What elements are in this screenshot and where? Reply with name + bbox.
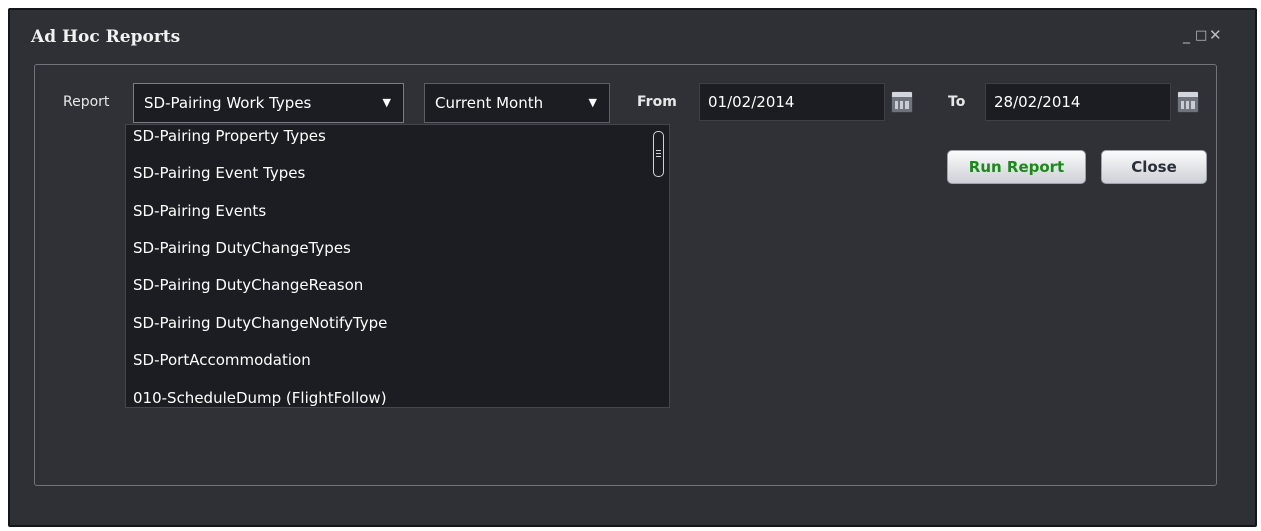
run-report-button[interactable]: Run Report — [947, 150, 1086, 184]
calendar-icon[interactable] — [891, 91, 913, 113]
period-select-value: Current Month — [435, 94, 544, 112]
period-select[interactable]: Current Month ▼ — [424, 83, 610, 123]
report-label: Report — [63, 94, 110, 110]
to-label: To — [948, 94, 966, 110]
list-item[interactable]: SD-Pairing Events — [133, 202, 266, 220]
window-title: Ad Hoc Reports — [31, 27, 181, 47]
chevron-down-icon: ▼ — [588, 96, 597, 109]
scroll-grip-icon — [656, 150, 661, 157]
to-date-input[interactable]: 28/02/2014 — [985, 83, 1171, 121]
list-item[interactable]: SD-PortAccommodation — [133, 351, 311, 369]
list-item[interactable]: SD-Pairing Property Types — [133, 127, 326, 145]
chevron-down-icon: ▼ — [382, 96, 391, 109]
report-dropdown-list: SD-Pairing Property Types SD-Pairing Eve… — [125, 124, 670, 408]
close-icon[interactable]: ✕ — [1209, 27, 1222, 43]
list-item[interactable]: SD-Pairing Event Types — [133, 164, 305, 182]
from-label: From — [637, 94, 677, 110]
list-item[interactable]: SD-Pairing DutyChangeNotifyType — [133, 314, 387, 332]
report-select[interactable]: SD-Pairing Work Types ▼ — [133, 83, 404, 123]
from-date-input[interactable]: 01/02/2014 — [699, 83, 885, 121]
list-item[interactable]: 010-ScheduleDump (FlightFollow) — [133, 389, 387, 407]
list-item[interactable]: SD-Pairing DutyChangeTypes — [133, 239, 351, 257]
close-button[interactable]: Close — [1101, 150, 1207, 184]
list-item[interactable]: SD-Pairing DutyChangeReason — [133, 276, 363, 294]
calendar-icon[interactable] — [1177, 91, 1199, 113]
minimize-icon[interactable]: _ — [1183, 28, 1190, 44]
dropdown-scrollbar[interactable] — [653, 131, 664, 177]
maximize-icon[interactable]: □ — [1195, 28, 1207, 44]
report-select-value: SD-Pairing Work Types — [144, 94, 312, 112]
